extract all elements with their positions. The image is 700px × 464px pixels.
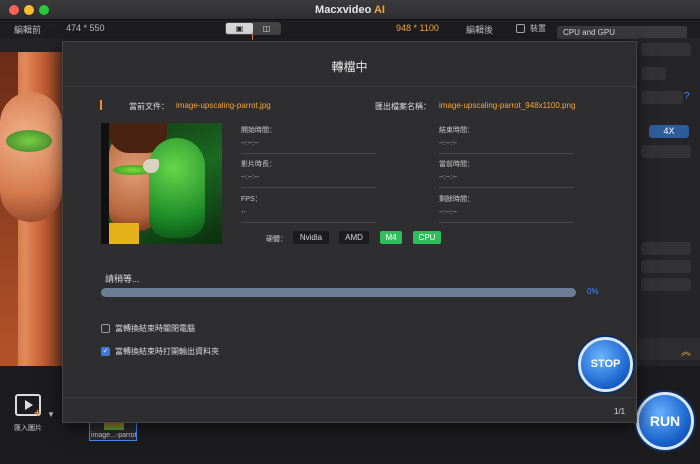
help-icon[interactable]: ? [684,91,690,102]
current-time-value: --:--:-- [439,174,457,181]
remaining-time-value: --:--:-- [439,209,457,216]
duration-value: --:--:-- [241,174,259,181]
divider [241,187,376,188]
device-checkbox[interactable] [516,24,525,33]
after-label: 編輯後 [466,25,494,35]
dialog-footer: 1/1 [63,397,636,423]
hardware-chip-m4: M4 [380,231,402,244]
stop-button[interactable]: STOP [578,337,633,392]
remaining-time-label: 剩餘時間： [439,196,474,203]
side-by-side-view-icon[interactable]: ◫ [253,23,280,34]
shutdown-option-label[interactable]: 當轉換結束時關閉電腦 [115,323,195,334]
plus-icon[interactable]: + [34,406,41,420]
open-folder-option-label[interactable]: 當轉換結束時打開輸出資料夾 [115,346,219,357]
parrot-shape [149,138,205,238]
dialog-title: 轉檔中 [331,60,368,74]
before-size: 474 * 550 [66,23,105,33]
image-preview [101,123,222,244]
output-name-label: 匯出檔案名稱： [375,102,431,111]
divider [439,187,574,188]
settings-row[interactable] [641,260,691,273]
before-label: 編輯前 [14,25,42,35]
fps-label: FPS： [241,196,262,203]
face-shape [0,92,62,222]
progress-bar [101,288,576,297]
yellow-accent-shape [109,223,139,244]
model-select[interactable] [641,91,683,104]
dialog-header: 轉檔中 [63,42,636,87]
app-title: Macxvideo AI [315,4,385,16]
chevron-down-icon[interactable]: ▼ [47,410,55,419]
chevron-up-icon[interactable]: ︽ [681,343,691,358]
hardware-label: 硬體： [266,236,287,243]
divider [439,153,574,154]
after-size: 948 * 1100 [396,23,439,33]
open-folder-checkbox[interactable]: ✓ [101,347,110,356]
import-image-label: 匯入圖片 [14,425,42,432]
crop-icon[interactable] [641,67,666,80]
end-time-value: --:--:-- [439,140,457,147]
divider [241,153,376,154]
compare-marker [252,34,253,40]
split-view-icon[interactable]: ▣ [226,23,253,34]
settings-row[interactable] [641,242,691,255]
progress-percent: 0% [587,287,599,296]
start-time-value: --:--:-- [241,140,259,147]
thumbnail-name: image...-parrot [91,432,137,439]
original-image-preview [0,52,62,366]
output-file-name: image-upscaling-parrot_948x1100.png [439,101,576,110]
scale-4x-button[interactable]: 4X [649,125,689,138]
end-time-label: 結束時間： [439,127,474,134]
settings-row[interactable] [641,278,691,291]
duration-label: 影片時長： [241,161,276,168]
app-window: Macxvideo AI 編輯前 474 * 550 ▣ ◫ 948 * 110… [0,0,700,464]
status-text: 請稍等... [105,274,140,284]
view-mode-toggle[interactable]: ▣ ◫ [225,22,281,35]
title-bar: Macxvideo AI [0,0,700,20]
divider [241,222,376,223]
current-time-label: 當前時間： [439,161,474,168]
settings-row[interactable] [641,145,691,158]
eye-makeup-shape [6,130,52,152]
run-button[interactable]: RUN [636,392,694,450]
page-indicator: 1/1 [614,407,626,416]
shutdown-checkbox[interactable] [101,324,110,333]
current-file-label: 當前文件： [129,102,169,111]
parrot-beak-shape [143,159,159,173]
hardware-chip-amd: AMD [339,231,369,244]
start-time-label: 開始時間： [241,127,276,134]
divider [439,222,574,223]
fps-value: -- [241,209,246,216]
device-label: 裝置 [530,24,546,33]
current-file-name: image-upscaling-parrot.jpg [176,101,271,110]
hardware-chip-cpu: CPU [413,231,441,244]
section-marker [100,100,102,110]
settings-row[interactable] [641,43,691,56]
hardware-chip-nvidia: Nvidia [293,231,329,244]
conversion-dialog: 轉檔中 當前文件： image-upscaling-parrot.jpg 匯出檔… [62,41,637,423]
